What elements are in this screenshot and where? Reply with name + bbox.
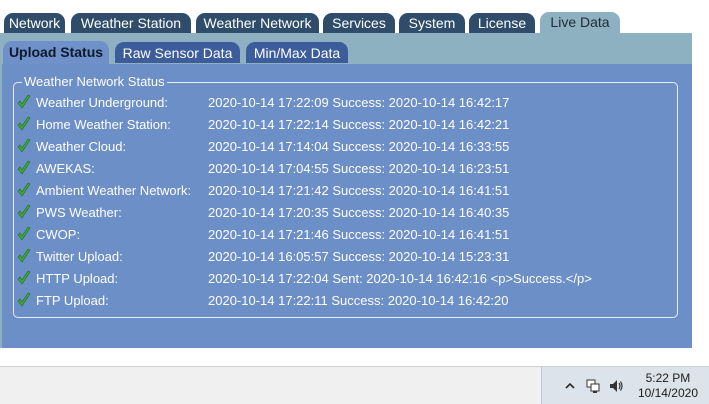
checkmark-icon <box>17 182 31 197</box>
status-row-value: 2020-10-14 17:20:35 Success: 2020-10-14 … <box>208 205 510 220</box>
clock-date: 10/14/2020 <box>637 386 698 400</box>
subtab-upload-status[interactable]: Upload Status <box>3 41 109 64</box>
top-tab-bar: Network Weather Station Weather Network … <box>0 0 709 35</box>
status-row-value: 2020-10-14 17:21:46 Success: 2020-10-14 … <box>208 227 510 242</box>
tab-network[interactable]: Network <box>4 13 65 33</box>
checkmark-icon <box>17 204 31 219</box>
tab-live-data[interactable]: Live Data <box>540 12 620 35</box>
status-group-legend: Weather Network Status <box>24 74 165 89</box>
status-row-value: 2020-10-14 17:14:04 Success: 2020-10-14 … <box>208 139 510 154</box>
speaker-icon[interactable] <box>608 378 624 394</box>
checkmark-icon <box>17 94 31 109</box>
status-row-value: 2020-10-14 17:22:04 Sent: 2020-10-14 16:… <box>208 271 592 286</box>
status-row: HTTP Upload: 2020-10-14 17:22:04 Sent: 20… <box>2 269 692 289</box>
status-row-label: PWS Weather: <box>36 205 122 220</box>
status-row: FTP Upload: 2020-10-14 17:22:11 Success: … <box>2 291 692 311</box>
clock-time: 5:22 PM <box>645 371 691 385</box>
checkmark-icon <box>17 160 31 175</box>
status-row: Ambient Weather Network: 2020-10-14 17:21… <box>2 181 692 201</box>
status-row: CWOP: 2020-10-14 17:21:46 Success: 2020-1… <box>2 225 692 245</box>
status-row-label: Home Weather Station: <box>36 117 171 132</box>
app-window: Network Weather Station Weather Network … <box>0 0 709 404</box>
subtab-raw-sensor-data[interactable]: Raw Sensor Data <box>115 42 240 63</box>
checkmark-icon <box>17 292 31 307</box>
status-row-label: Twitter Upload: <box>36 249 123 264</box>
checkmark-icon <box>17 226 31 241</box>
status-row: AWEKAS: 2020-10-14 17:04:55 Success: 2020… <box>2 159 692 179</box>
status-row-value: 2020-10-14 17:22:11 Success: 2020-10-14 … <box>208 293 509 308</box>
upload-status-content: Weather Network Status Weather Undergrou… <box>2 64 692 348</box>
system-tray: 5:22 PM 10/14/2020 <box>541 367 709 404</box>
network-icon[interactable] <box>585 378 601 394</box>
status-row-value: 2020-10-14 17:04:55 Success: 2020-10-14 … <box>208 161 510 176</box>
status-row-value: 2020-10-14 17:21:42 Success: 2020-10-14 … <box>208 183 510 198</box>
status-row: Weather Cloud: 2020-10-14 17:14:04 Succes… <box>2 137 692 157</box>
status-row-value: 2020-10-14 16:05:57 Success: 2020-10-14 … <box>208 249 510 264</box>
taskbar-clock[interactable]: 5:22 PM 10/14/2020 <box>638 371 698 401</box>
chevron-up-icon[interactable] <box>562 378 578 394</box>
live-data-panel: Upload Status Raw Sensor Data Min/Max Da… <box>0 34 692 348</box>
subtab-min-max-data[interactable]: Min/Max Data <box>246 42 348 63</box>
tab-weather-station[interactable]: Weather Station <box>71 13 191 33</box>
status-row-label: Weather Cloud: <box>36 139 127 154</box>
tab-license[interactable]: License <box>469 13 535 33</box>
status-row: Home Weather Station: 2020-10-14 17:22:14… <box>2 115 692 135</box>
status-row-label: CWOP: <box>36 227 81 242</box>
checkmark-icon <box>17 138 31 153</box>
status-row-label: FTP Upload: <box>36 293 109 308</box>
status-row-label: Weather Underground: <box>36 95 169 110</box>
checkmark-icon <box>17 270 31 285</box>
status-row: Twitter Upload: 2020-10-14 16:05:57 Succe… <box>2 247 692 267</box>
status-row-label: HTTP Upload: <box>36 271 119 286</box>
taskbar: 5:22 PM 10/14/2020 <box>0 366 709 404</box>
status-row-label: Ambient Weather Network: <box>36 183 192 198</box>
status-row-value: 2020-10-14 17:22:09 Success: 2020-10-14 … <box>208 95 510 110</box>
tab-system[interactable]: System <box>399 13 465 33</box>
status-row: PWS Weather: 2020-10-14 17:20:35 Success:… <box>2 203 692 223</box>
checkmark-icon <box>17 116 31 131</box>
status-row-value: 2020-10-14 17:22:14 Success: 2020-10-14 … <box>208 117 510 132</box>
tab-weather-network[interactable]: Weather Network <box>196 13 319 33</box>
status-row: Weather Underground: 2020-10-14 17:22:09 … <box>2 93 692 113</box>
checkmark-icon <box>17 248 31 263</box>
tab-services[interactable]: Services <box>323 13 395 33</box>
status-row-label: AWEKAS: <box>36 161 95 176</box>
